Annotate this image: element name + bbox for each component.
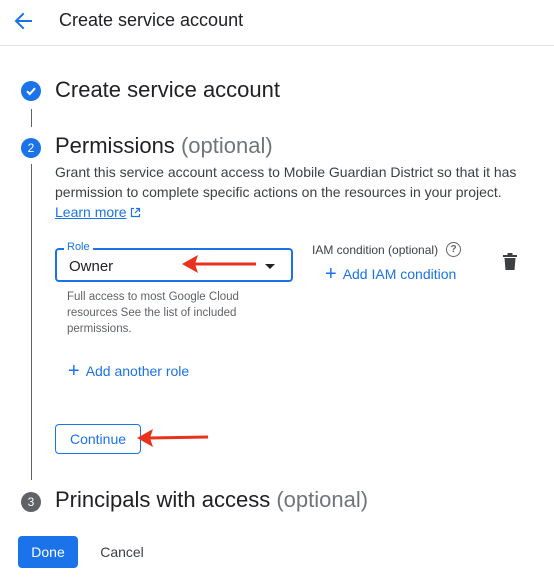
step-2-number: 2 [21,138,41,158]
continue-button[interactable]: Continue [55,424,141,454]
add-another-role-button[interactable]: + Add another role [68,360,190,382]
learn-more-label: Learn more [55,204,127,220]
dropdown-caret-icon [265,264,275,269]
add-iam-condition-label: Add IAM condition [342,266,457,282]
add-icon: + [325,263,337,285]
done-button[interactable]: Done [18,536,78,568]
add-icon: + [68,360,80,382]
role-field-label: Role [64,240,93,254]
learn-more-link[interactable]: Learn more [55,204,127,220]
annotation-arrow-icon [137,429,209,447]
cancel-button[interactable]: Cancel [92,536,152,568]
open-in-new-icon [131,207,141,218]
permissions-description: Grant this service account access to Mob… [55,162,535,222]
add-another-role-label: Add another role [85,363,190,379]
iam-condition-label: IAM condition (optional) [312,243,439,257]
step-2-title[interactable]: Permissions (optional) [55,133,273,159]
help-icon[interactable]: ? [446,242,461,257]
step-2-optional: (optional) [180,133,273,158]
step-3-number: 3 [21,492,41,512]
role-value: Owner [69,258,114,275]
add-iam-condition-button[interactable]: + Add IAM condition [325,263,457,285]
description-text: Grant this service account access to Mob… [55,164,517,200]
page-title: Create service account [59,10,244,30]
delete-icon[interactable] [502,253,518,271]
role-hint: Full access to most Google Cloud resourc… [67,291,239,335]
step-connector [31,164,32,480]
annotation-arrow-icon [182,255,256,273]
step-complete-check-icon [21,81,41,101]
step-3-optional: (optional) [276,487,369,512]
step-1-title[interactable]: Create service account [55,77,280,103]
step-3-title-text: Principals with access [55,487,271,512]
step-connector [31,109,32,127]
step-2-title-text: Permissions [55,133,175,158]
arrow-back-icon[interactable] [10,8,36,34]
step-3-title[interactable]: Principals with access (optional) [55,487,368,513]
top-app-bar: Create service account [0,0,554,46]
